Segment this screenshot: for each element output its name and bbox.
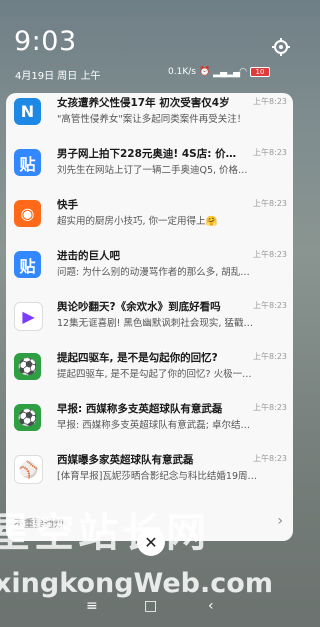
notification-body: 问题: 为什么别的动漫骂作者的那么多, 胡乱… [57,267,250,278]
gear-icon[interactable] [271,37,291,57]
notification-title: 进击的巨人吧 [57,250,120,262]
clock: 9:03 [14,26,77,57]
dongqiudi-app-icon: ⚽ [14,353,41,380]
notification-time: 上午8:23 [253,403,287,412]
sports-app-icon: ⚾ [14,455,43,484]
youku-app-icon: ▶ [14,302,43,331]
notification-body: 超实用的厨房小技巧, 你一定用得上🤗 [57,216,218,227]
wifi-icon: ◠ [239,67,248,77]
tieba-app-icon: 贴 [14,149,41,176]
alarm-icon: ⏰ [198,67,211,77]
network-speed: 0.1K/s [168,67,196,77]
notification-panel: N 女孩遭养父性侵17年 初次受害仅4岁 "高管性侵养女"案让多起同类案件再受关… [6,93,293,541]
notification-time: 上午8:23 [253,148,287,157]
notification-body: "高管性侵养女"案让多起同类案件再受关注！ [57,114,247,125]
chevron-right-icon[interactable]: › [277,513,283,529]
notification-item[interactable]: ⚽ 早报: 西媒称多支英超球队有意武磊 早报: 西媒称多支英超球队有意武磊; 卓… [6,399,293,453]
home-icon[interactable]: □ [144,598,157,614]
tieba-app-icon: 贴 [14,251,41,278]
notification-item[interactable]: ▶ 舆论吵翻天?《余欢水》到底好看吗 12集无诓喜剧! 黑色幽默讽刺社会现实, … [6,297,293,351]
dongqiudi-app-icon: ⚽ [14,404,41,431]
notification-item[interactable]: 贴 男子网上拍下228元奥迪! 4S店: 价… 刘先生在网站上订了一辆二手奥迪Q… [6,144,293,198]
battery-icon: 10 [250,67,271,77]
notification-title: 女孩遭养父性侵17年 初次受害仅4岁 [57,97,230,109]
back-icon[interactable]: ‹ [208,598,214,614]
news-app-icon: N [14,98,41,125]
notification-title: 早报: 西媒称多支英超球队有意武磊 [57,403,223,415]
notification-item[interactable]: ⚽ 提起四驱车, 是不是勾起你的回忆? 提起四驱车, 是不是勾起了你的回忆? 火… [6,348,293,402]
notification-item[interactable]: ◉ 快手 超实用的厨房小技巧, 你一定用得上🤗 上午8:23 [6,195,293,249]
notification-item[interactable]: N 女孩遭养父性侵17年 初次受害仅4岁 "高管性侵养女"案让多起同类案件再受关… [6,93,293,147]
notification-time: 上午8:23 [253,199,287,208]
notification-item[interactable]: ⚾ 西媒曝多家英超球队有意武磊 [体育早报]瓦妮莎晒合影纪念与科比结婚19周… … [6,450,293,504]
notification-title: 快手 [57,199,78,211]
notification-time: 上午8:23 [253,97,287,106]
notification-body: 刘先生在网站上订了一辆二手奥迪Q5, 价格… [57,165,248,176]
notification-title: 男子网上拍下228元奥迪! 4S店: 价… [57,148,237,160]
kuaishou-app-icon: ◉ [14,200,41,227]
notification-time: 上午8:23 [253,454,287,463]
notification-body: 提起四驱车, 是不是勾起了你的回忆? 火极一… [57,369,252,380]
notification-item[interactable]: 贴 进击的巨人吧 问题: 为什么别的动漫骂作者的那么多, 胡乱… 上午8:23 [6,246,293,300]
notification-time: 上午8:23 [253,352,287,361]
signal-icon: ▂▄ [226,68,240,78]
notification-time: 上午8:23 [253,250,287,259]
menu-icon[interactable]: ≡ [86,598,98,614]
date-text: 4月19日 周日 上午 [15,71,101,82]
signal-icon: ▂▄ [213,68,227,78]
status-bar: 9:03 4月19日 周日 上午 0.1K/s ⏰ ▂▄ ▂▄ ◠ 10 [0,0,301,92]
notification-title: 西媒曝多家英超球队有意武磊 [57,454,194,466]
notification-title: 提起四驱车, 是不是勾起你的回忆? [57,352,218,364]
status-icons: 0.1K/s ⏰ ▂▄ ▂▄ ◠ 10 [168,67,271,78]
close-button[interactable]: ✕ [137,528,165,556]
notification-time: 上午8:23 [253,301,287,310]
notification-body: 12集无诓喜剧! 黑色幽默讽刺社会现实, 猛戳… [57,318,253,329]
watermark-text: 星空站长网 [0,510,210,556]
notification-title: 舆论吵翻天?《余欢水》到底好看吗 [57,301,221,313]
notification-body: [体育早报]瓦妮莎晒合影纪念与科比结婚19周… [57,471,258,482]
navigation-bar: ≡ □ ‹ [0,594,301,627]
notification-body: 早报: 西媒称多支英超球队有意武磊; 卓尔结… [57,420,250,431]
